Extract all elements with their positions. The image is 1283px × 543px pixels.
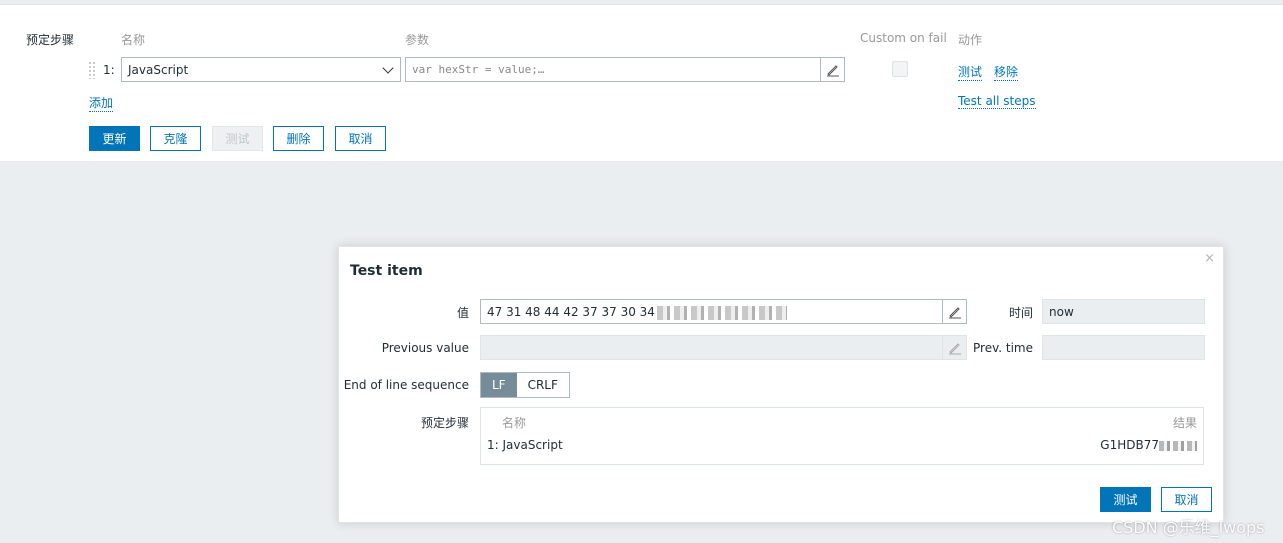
drag-handle-icon[interactable] xyxy=(88,61,96,79)
previous-value-label: Previous value xyxy=(381,341,469,355)
eol-option-lf[interactable]: LF xyxy=(481,373,517,397)
clone-button[interactable]: 克隆 xyxy=(150,126,201,151)
step-row-result: G1HDB77 xyxy=(1100,438,1197,452)
time-label: 时间 xyxy=(1008,306,1033,320)
pencil-icon xyxy=(826,64,839,76)
preprocessing-steps-label: 预定步骤 xyxy=(26,33,75,47)
previous-value-field[interactable] xyxy=(480,335,967,360)
step-type-value: JavaScript xyxy=(128,62,189,77)
add-step-link[interactable]: 添加 xyxy=(89,94,114,112)
delete-button[interactable]: 删除 xyxy=(273,126,324,151)
prev-time-field[interactable] xyxy=(1042,335,1205,360)
column-header-name: 名称 xyxy=(121,33,146,47)
watermark: CSDN @乐维_lwops xyxy=(1112,518,1265,537)
custom-on-fail-checkbox[interactable] xyxy=(892,61,908,77)
eol-toggle[interactable]: LF CRLF xyxy=(480,372,570,398)
step-row-name: 1: JavaScript xyxy=(487,438,563,452)
step-params-field[interactable]: var hexStr = value;… xyxy=(405,57,845,82)
edit-script-button[interactable] xyxy=(820,58,844,81)
test-step-link[interactable]: 测试 xyxy=(958,63,983,81)
time-field[interactable]: now xyxy=(1042,299,1205,324)
eol-option-crlf[interactable]: CRLF xyxy=(516,373,569,397)
prev-time-label: Prev. time xyxy=(973,341,1033,355)
dialog-test-button[interactable]: 测试 xyxy=(1100,487,1151,512)
test-button[interactable]: 测试 xyxy=(212,126,263,151)
pencil-icon xyxy=(948,306,961,318)
eol-label: End of line sequence xyxy=(343,378,469,392)
test-all-steps-link[interactable]: Test all steps xyxy=(958,94,1036,109)
redacted-region xyxy=(1159,440,1197,451)
step-type-select[interactable]: JavaScript xyxy=(121,57,401,82)
step-number: 1: xyxy=(103,63,115,77)
column-header-params: 参数 xyxy=(405,33,430,47)
step-params-value: var hexStr = value;… xyxy=(412,63,545,76)
close-icon[interactable]: × xyxy=(1204,251,1215,266)
redacted-region xyxy=(656,305,787,320)
edit-value-button[interactable] xyxy=(942,300,966,323)
time-value: now xyxy=(1049,305,1074,319)
column-header-custom-on-fail: Custom on fail xyxy=(860,31,947,45)
value-label: 值 xyxy=(456,306,469,320)
preprocessing-form: 预定步骤 名称 参数 Custom on fail 动作 1: JavaScri… xyxy=(0,4,1283,161)
pencil-icon xyxy=(948,342,961,354)
steps-results-table: 名称 结果 1: JavaScript G1HDB77 xyxy=(480,407,1204,465)
steps-header-result: 结果 xyxy=(1172,416,1197,430)
chevron-down-icon xyxy=(382,61,394,74)
value-text: 47 31 48 44 42 37 37 30 34 xyxy=(487,305,655,319)
steps-label: 预定步骤 xyxy=(420,416,469,430)
dialog-title: Test item xyxy=(350,263,423,279)
dialog-cancel-button[interactable]: 取消 xyxy=(1161,487,1212,512)
cancel-button[interactable]: 取消 xyxy=(335,126,386,151)
column-header-action: 动作 xyxy=(958,33,983,47)
steps-header-name: 名称 xyxy=(502,416,527,430)
value-field[interactable]: 47 31 48 44 42 37 37 30 34 xyxy=(480,299,967,324)
remove-step-link[interactable]: 移除 xyxy=(994,63,1019,81)
test-item-dialog: Test item × 值 47 31 48 44 42 37 37 30 34… xyxy=(338,246,1224,523)
update-button[interactable]: 更新 xyxy=(89,126,140,151)
